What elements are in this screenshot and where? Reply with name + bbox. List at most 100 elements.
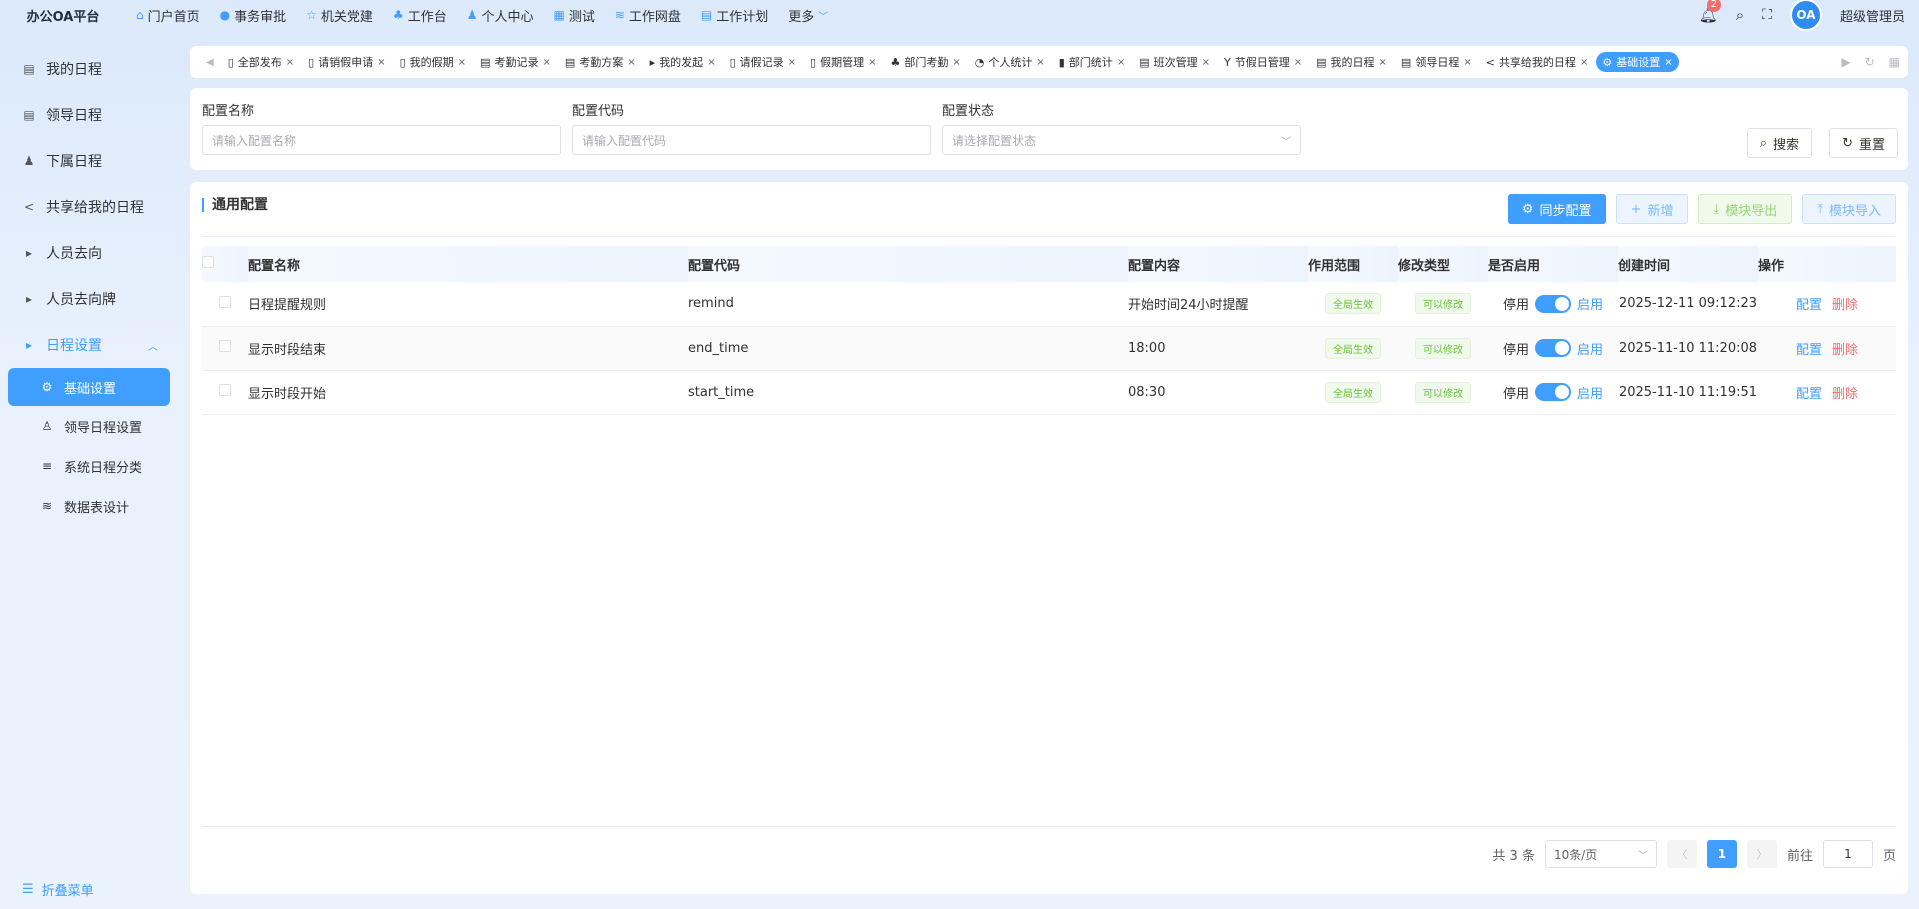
fullscreen-icon[interactable]: ⛶ [1762, 7, 1772, 23]
refresh-icon[interactable]: ↻ [1865, 55, 1875, 69]
collapse-menu-button[interactable]: ☰ 折叠菜单 [22, 880, 94, 899]
avatar[interactable]: OA [1789, 0, 1822, 31]
next-page-button[interactable]: 〉 [1746, 840, 1777, 868]
close-icon[interactable]: × [542, 57, 550, 68]
search-icon[interactable]: ⌕ [1736, 6, 1744, 24]
topnav-approval[interactable]: ● 事务审批 [210, 0, 297, 30]
topnav-personal[interactable]: ♟ 个人中心 [457, 0, 544, 30]
tab-attendance-records[interactable]: ▤ 考勤记录 × [474, 52, 557, 72]
sidebar-subitem-basic-settings[interactable]: ⚙ 基础设置 [8, 368, 170, 406]
sidebar-subitem-schedule-categories[interactable]: ≡ 系统日程分类 [0, 446, 178, 486]
pagination: 共 3 条 10条/页 ﹀ 〈 1 〉 前往 1 页 [1492, 840, 1896, 868]
enabled-switch[interactable] [1535, 339, 1571, 357]
goto-page-input[interactable]: 1 [1822, 840, 1873, 868]
prev-page-button[interactable]: 〈 [1666, 840, 1697, 868]
close-icon[interactable]: × [1664, 57, 1672, 68]
sidebar-item-leader-schedule[interactable]: ▤ 领导日程 [0, 92, 178, 138]
close-icon[interactable]: × [1379, 57, 1387, 68]
topnav-portal[interactable]: ⌂ 门户首页 [126, 0, 210, 30]
calendar-icon: ▤ [1316, 55, 1327, 69]
sidebar-item-whereabouts-board[interactable]: ▸ 人员去向牌 [0, 276, 178, 322]
delete-link[interactable]: 删除 [1832, 343, 1858, 358]
sidebar-item-my-schedule[interactable]: ▤ 我的日程 [0, 46, 178, 92]
enabled-switch[interactable] [1535, 294, 1571, 313]
share-icon: < [23, 200, 35, 214]
tab-my-holidays[interactable]: ▯ 我的假期 × [394, 52, 472, 72]
sidebar-subitem-table-design[interactable]: ≋ 数据表设计 [0, 486, 178, 526]
tab-attendance-plan[interactable]: ▤ 考勤方案 × [559, 52, 642, 72]
topnav-more[interactable]: 更多 ﹀ [778, 0, 838, 30]
close-icon[interactable]: × [952, 57, 960, 68]
close-icon[interactable]: × [458, 57, 466, 68]
delete-link[interactable]: 删除 [1832, 298, 1858, 313]
config-status-select[interactable]: 请选择配置状态 ﹀ [942, 125, 1301, 155]
caret-right-icon: ▸ [25, 292, 33, 306]
config-link[interactable]: 配置 [1796, 343, 1822, 358]
topnav-netdisk[interactable]: ≋ 工作网盘 [605, 0, 691, 30]
reset-button[interactable]: ↻ 重置 [1829, 128, 1898, 158]
page-number-button[interactable]: 1 [1706, 840, 1737, 868]
caret-right-icon: ▸ [25, 246, 33, 260]
tabs-scroll-left-icon[interactable]: ◀ [198, 57, 222, 68]
tab-dept-stats[interactable]: ▮ 部门统计 × [1053, 52, 1131, 72]
close-icon[interactable]: × [1294, 57, 1302, 68]
row-checkbox[interactable] [219, 384, 231, 396]
topnav-party[interactable]: ☆ 机关党建 [296, 0, 383, 30]
topnav-test[interactable]: ▦ 测试 [543, 0, 604, 30]
panel-actions: ⚙ 同步配置 + 新增 ⤓ 模块导出 ⤒ 模块导入 [1507, 194, 1896, 224]
close-icon[interactable]: × [1202, 57, 1210, 68]
topnav-workbench[interactable]: ♣ 工作台 [383, 0, 457, 30]
sync-config-button[interactable]: ⚙ 同步配置 [1507, 194, 1606, 224]
config-code-input[interactable]: 请输入配置代码 [572, 125, 931, 155]
tab-leader-schedule[interactable]: ▤ 领导日程 × [1395, 52, 1478, 72]
bell-icon[interactable]: 🔔︎ 2 [1699, 0, 1722, 24]
close-icon[interactable]: × [868, 57, 876, 68]
tab-all-publish[interactable]: ▯ 全部发布 × [222, 52, 300, 72]
search-button[interactable]: ⌕ 搜索 [1746, 128, 1812, 158]
home-icon: ⌂ [136, 8, 144, 22]
enabled-switch-group: 停用 启用 [1488, 294, 1618, 313]
sidebar-item-subordinate-schedule[interactable]: ♟ 下属日程 [0, 138, 178, 184]
tab-holiday-management[interactable]: ▯ 假期管理 × [804, 52, 882, 72]
username[interactable]: 超级管理员 [1840, 6, 1905, 25]
close-icon[interactable]: × [1036, 57, 1044, 68]
config-name-input[interactable]: 请输入配置名称 [202, 125, 561, 155]
tab-festival-management[interactable]: Y 节假日管理 × [1218, 52, 1308, 72]
close-icon[interactable]: × [788, 57, 796, 68]
tab-my-initiated[interactable]: ▸ 我的发起 × [644, 52, 722, 72]
export-module-button[interactable]: ⤓ 模块导出 [1698, 194, 1793, 224]
enabled-switch[interactable] [1535, 383, 1571, 401]
close-icon[interactable]: × [1463, 57, 1471, 68]
add-button[interactable]: + 新增 [1615, 194, 1689, 224]
row-checkbox[interactable] [219, 295, 231, 308]
close-icon[interactable]: × [377, 57, 385, 68]
tab-leave-records[interactable]: ▯ 请假记录 × [724, 52, 802, 72]
close-icon[interactable]: × [627, 57, 635, 68]
tab-basic-settings[interactable]: ⚙ 基础设置 × [1596, 52, 1679, 72]
tab-shift-management[interactable]: ▤ 班次管理 × [1133, 52, 1216, 72]
tabs-scroll-right-icon[interactable]: ▶ [1841, 55, 1850, 69]
topnav-plan[interactable]: ▤ 工作计划 [691, 0, 778, 30]
page-size-select[interactable]: 10条/页 ﹀ [1544, 840, 1657, 868]
close-icon[interactable]: × [1117, 57, 1125, 68]
tab-my-schedule[interactable]: ▤ 我的日程 × [1310, 52, 1393, 72]
tab-shared-schedule[interactable]: < 共享给我的日程 × [1480, 52, 1595, 72]
sidebar-item-whereabouts[interactable]: ▸ 人员去向 [0, 230, 178, 276]
tab-dept-attendance[interactable]: ♣ 部门考勤 × [884, 52, 966, 72]
grid-icon[interactable]: ▦ [1889, 55, 1900, 69]
config-link[interactable]: 配置 [1796, 298, 1822, 313]
tab-leave-request[interactable]: ▯ 请销假申请 × [302, 52, 391, 72]
close-icon[interactable]: × [707, 57, 715, 68]
delete-link[interactable]: 删除 [1832, 387, 1858, 402]
close-icon[interactable]: × [1580, 57, 1588, 68]
row-checkbox[interactable] [219, 340, 231, 352]
sidebar-subitem-leader-schedule-settings[interactable]: ♙ 领导日程设置 [0, 406, 178, 446]
select-all-checkbox[interactable] [202, 256, 214, 268]
config-link[interactable]: 配置 [1796, 387, 1822, 402]
close-icon[interactable]: × [286, 57, 294, 68]
scope-cell: 全局生效 [1308, 326, 1398, 371]
import-module-button[interactable]: ⤒ 模块导入 [1802, 194, 1896, 224]
tab-personal-stats[interactable]: ◔ 个人统计 × [969, 52, 1051, 72]
sidebar-item-schedule-settings[interactable]: ▸ 日程设置 ︿ [0, 322, 178, 368]
sidebar-item-shared-schedule[interactable]: < 共享给我的日程 [0, 184, 178, 230]
